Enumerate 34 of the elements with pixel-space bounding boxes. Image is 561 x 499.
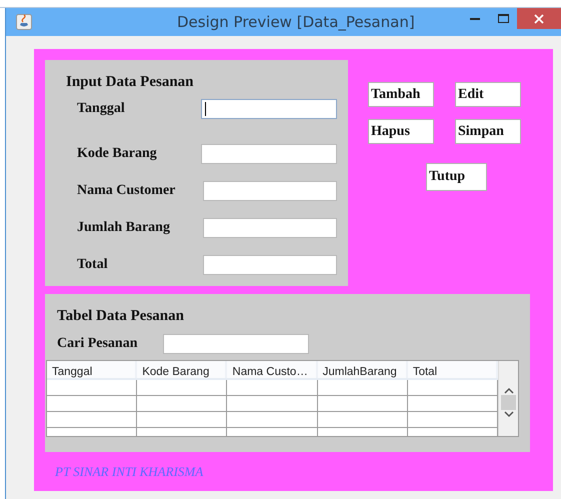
input-field[interactable] <box>203 181 337 201</box>
field-label: Jumlah Barang <box>77 220 171 236</box>
search-field[interactable] <box>163 334 309 354</box>
action-button[interactable]: Hapus <box>368 119 434 144</box>
action-button[interactable]: Simpan <box>455 119 521 144</box>
action-button[interactable]: Tambah <box>368 82 434 107</box>
field-label: Kode Barang <box>77 146 158 162</box>
column-header[interactable]: Nama Custo… <box>227 361 318 378</box>
window-title: Design Preview [Data_Pesanan] <box>177 13 415 31</box>
close-form-button[interactable]: Tutup <box>426 163 487 191</box>
input-field[interactable] <box>201 144 337 164</box>
panel-title: Tabel Data Pesanan <box>57 307 185 326</box>
scroll-up-icon[interactable] <box>504 387 514 394</box>
app-icon <box>16 14 32 30</box>
field-label: Nama Customer <box>77 183 176 199</box>
input-field[interactable] <box>201 99 337 119</box>
column-header[interactable]: JumlahBarang <box>318 361 408 378</box>
company-name: PT SINAR INTI KHARISMA <box>55 464 204 480</box>
scroll-down-icon[interactable] <box>504 411 514 418</box>
field-label: Total <box>77 257 109 273</box>
close-button[interactable] <box>517 8 561 29</box>
action-button[interactable]: Edit <box>455 82 521 107</box>
minimize-icon <box>470 17 480 20</box>
field-label: Tanggal <box>77 101 126 117</box>
scrollbar[interactable] <box>498 361 518 436</box>
close-icon <box>534 14 544 24</box>
panel-title: Input Data Pesanan <box>66 73 195 92</box>
column-header[interactable]: Tanggal <box>47 361 138 378</box>
column-header[interactable]: Kode Barang <box>137 361 228 378</box>
input-field[interactable] <box>203 218 337 238</box>
search-label: Cari Pesanan <box>57 336 138 352</box>
scroll-thumb[interactable] <box>501 395 516 410</box>
input-field[interactable] <box>203 255 337 275</box>
maximize-icon <box>498 14 508 23</box>
